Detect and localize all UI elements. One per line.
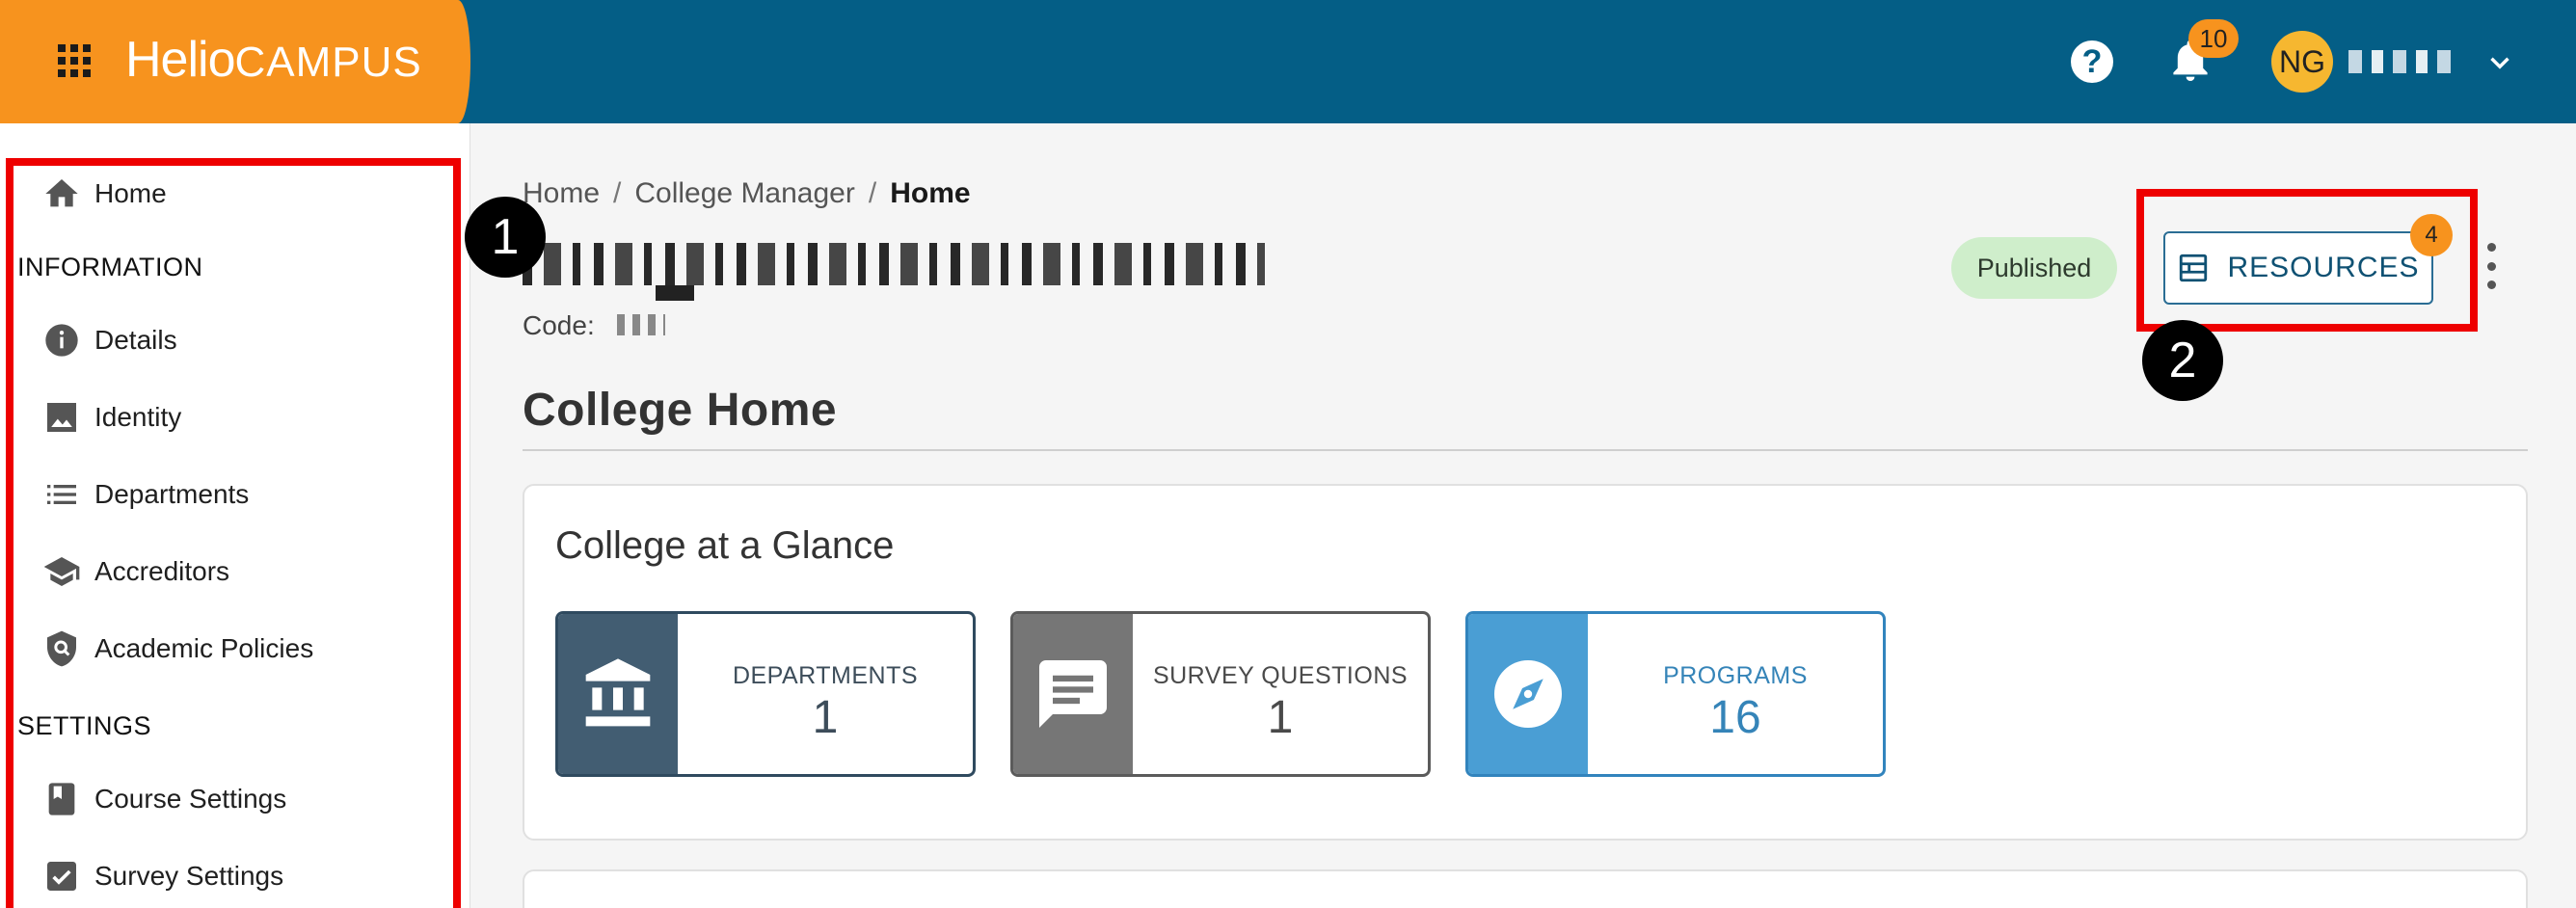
sidebar-item-survey-settings[interactable]: Survey Settings [29, 842, 453, 908]
sidebar-item-label: Survey Settings [94, 861, 284, 891]
institution-icon [558, 614, 678, 774]
code-label: Code: [523, 310, 595, 340]
sidebar-item-label: Details [94, 325, 177, 355]
sidebar-item-details[interactable]: Details [29, 307, 453, 374]
sidebar-item-label: Course Settings [94, 784, 287, 814]
list-icon [29, 475, 94, 514]
user-avatar[interactable]: NG [2271, 31, 2333, 93]
sidebar-item-label: Accreditors [94, 556, 230, 586]
notification-count-badge: 10 [2188, 19, 2239, 58]
sidebar-heading-settings: SETTINGS [17, 711, 152, 740]
survey-questions-tile[interactable]: SURVEY QUESTIONS 1 [1010, 611, 1431, 777]
image-icon [29, 398, 94, 437]
comment-icon [1013, 614, 1133, 774]
logo-light: CAMPUS [234, 39, 422, 86]
breadcrumb-current: Home [890, 177, 971, 209]
app-logo[interactable]: HelioCAMPUS [125, 29, 422, 93]
tile-caption: PROGRAMS [1663, 662, 1808, 689]
tile-value: 16 [1709, 692, 1761, 743]
sidebar-item-accreditors[interactable]: Accreditors [29, 538, 453, 605]
sidebar-item-label: Identity [94, 402, 182, 432]
tile-caption: SURVEY QUESTIONS [1152, 662, 1409, 689]
sidebar-item-identity[interactable]: Identity [29, 384, 453, 451]
resources-button[interactable]: RESOURCES [2163, 231, 2433, 305]
book-icon [29, 780, 94, 818]
tile-value: 1 [1267, 692, 1294, 743]
section-divider [523, 449, 2528, 451]
code-value-redacted [617, 314, 665, 335]
chevron-down-icon[interactable] [2483, 46, 2516, 79]
brand-area: HelioCAMPUS [0, 0, 470, 123]
sidebar-item-label: Home [94, 178, 167, 208]
user-name-redacted[interactable] [2348, 50, 2460, 73]
info-icon [29, 321, 94, 360]
step-marker-1: 1 [465, 197, 546, 278]
resources-count-badge: 4 [2410, 214, 2453, 256]
sidebar-item-course-settings[interactable]: Course Settings [29, 765, 453, 833]
status-badge: Published [1951, 237, 2117, 299]
more-options-icon[interactable] [2480, 243, 2503, 289]
home-icon [29, 174, 94, 213]
breadcrumb-separator: / [868, 177, 877, 209]
sidebar-item-label: Academic Policies [94, 633, 314, 663]
logo-bold: Helio [125, 32, 235, 88]
checkbox-icon [29, 857, 94, 895]
breadcrumb-college-manager[interactable]: College Manager [634, 177, 854, 209]
breadcrumb-home[interactable]: Home [523, 177, 600, 209]
next-section-card [523, 869, 2528, 908]
college-title-redacted-part [656, 285, 694, 301]
tile-value: 1 [812, 692, 839, 743]
shield-search-icon [29, 629, 94, 668]
page-title: College Home [523, 385, 838, 436]
breadcrumb: Home / College Manager / Home [523, 177, 971, 210]
dashboard-icon [2180, 254, 2208, 282]
compass-icon [1468, 614, 1588, 774]
programs-tile[interactable]: PROGRAMS 16 [1465, 611, 1886, 777]
apps-grid-icon[interactable] [58, 44, 93, 79]
sidebar-item-departments[interactable]: Departments [29, 461, 453, 528]
step-marker-2: 2 [2142, 320, 2223, 401]
help-icon[interactable]: ? [2071, 40, 2113, 83]
glance-card-title: College at a Glance [555, 524, 895, 567]
college-title-redacted [523, 243, 1265, 285]
sidebar-item-home[interactable]: Home [29, 160, 453, 227]
school-cap-icon [29, 552, 94, 591]
resources-label: RESOURCES [2227, 252, 2420, 283]
tile-caption: DEPARTMENTS [732, 662, 919, 689]
sidebar-heading-information: INFORMATION [17, 253, 203, 281]
breadcrumb-separator: / [613, 177, 622, 209]
sidebar-item-academic-policies[interactable]: Academic Policies [29, 615, 453, 682]
sidebar-item-label: Departments [94, 479, 250, 509]
departments-tile[interactable]: DEPARTMENTS 1 [555, 611, 976, 777]
